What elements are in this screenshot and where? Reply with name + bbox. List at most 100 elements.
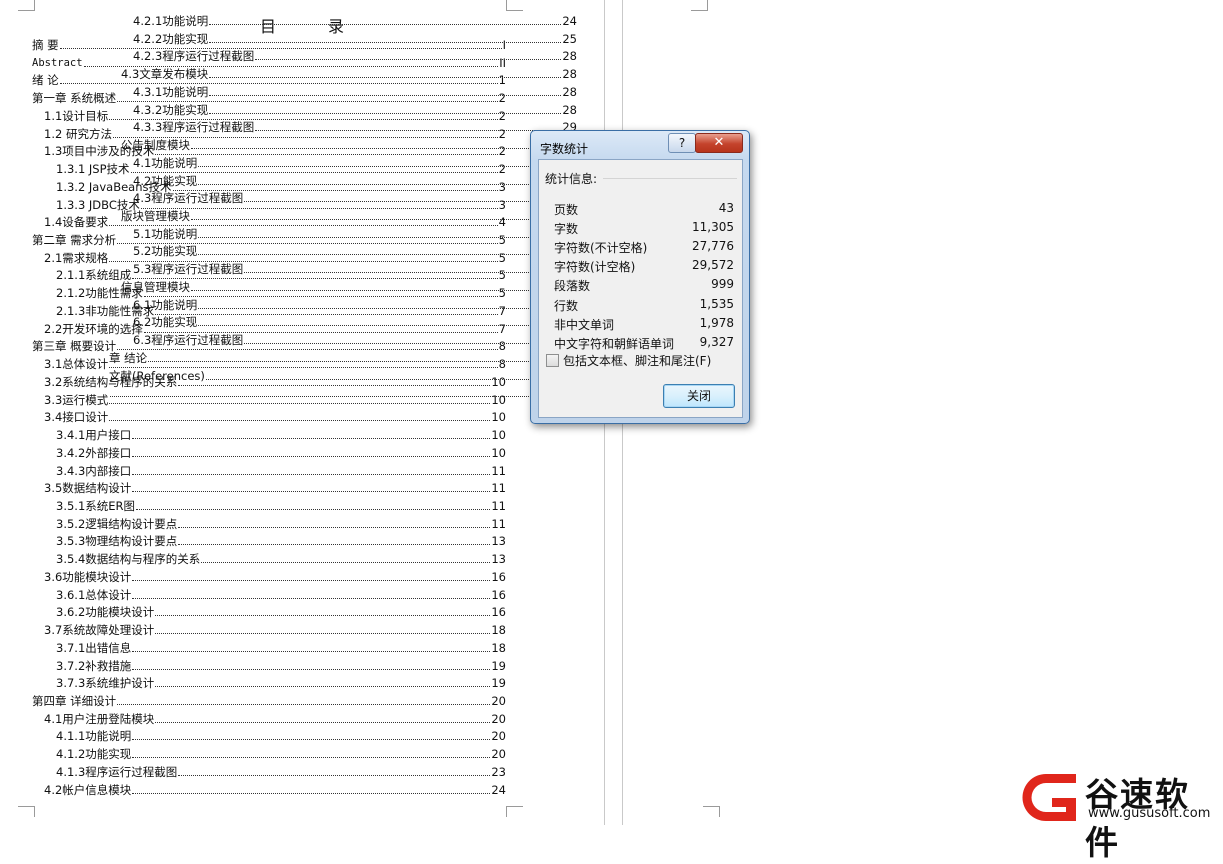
help-icon[interactable]: ?	[668, 133, 696, 153]
toc-entry-title: 3.4.2外部接口	[56, 445, 132, 460]
toc-entry-page: 28	[562, 102, 577, 117]
toc-entry[interactable]: 3.7系统故障处理设计 18	[44, 619, 506, 637]
toc-entry[interactable]: 4.1用户注册登陆模块 20	[44, 708, 506, 726]
toc-entry-page: 10	[491, 428, 506, 443]
toc-entry-page: 19	[491, 658, 506, 673]
stat-row: 字符数(计空格) 29,572	[554, 258, 734, 276]
stat-value: 27,776	[692, 239, 734, 254]
toc-entry[interactable]: 3.7.3系统维护设计 19	[56, 672, 506, 690]
toc-leader-dots	[132, 438, 491, 440]
toc-leader-dots	[198, 325, 562, 327]
stat-value: 11,305	[692, 220, 734, 235]
toc-leader-dots	[132, 739, 491, 741]
toc-leader-dots	[178, 544, 491, 546]
toc-entry-page: 11	[491, 481, 506, 496]
toc-entry-page: 18	[491, 623, 506, 638]
toc-entry[interactable]: 3.4.1用户接口 10	[56, 424, 506, 442]
toc-entry-title: 6.3程序运行过程截图	[133, 333, 244, 348]
toc-entry[interactable]: 5.1功能说明31	[133, 223, 577, 241]
stat-label: 非中文单词	[554, 317, 615, 332]
toc-entry-page: 20	[491, 694, 506, 708]
toc-entry[interactable]: 4.2.2功能实现 25	[133, 28, 577, 46]
stat-row: 段落数 999	[554, 277, 734, 295]
toc-entry[interactable]: 3.6功能模块设计 16	[44, 566, 506, 584]
toc-leader-dots	[209, 94, 562, 96]
toc-entry[interactable]: 4.2帐户信息模块 24	[44, 779, 506, 797]
toc-entry[interactable]: 4.3文章发布模块 28	[121, 63, 577, 81]
toc-leader-dots	[132, 579, 491, 581]
toc-entry-title: 4.2帐户信息模块	[44, 782, 132, 797]
toc-entry[interactable]: 6.3程序运行过程截图36	[133, 329, 577, 347]
toc-entry[interactable]: 3.5数据结构设计 11	[44, 477, 506, 495]
toc-entry[interactable]: 3.4.2外部接口 10	[56, 442, 506, 460]
toc-leader-dots	[132, 757, 491, 759]
toc-entry[interactable]: 39	[109, 382, 577, 400]
toc-entry-title: 第二章 需求分析	[32, 233, 117, 248]
toc-leader-dots	[109, 420, 491, 422]
toc-entry[interactable]: 4.1.2功能实现 20	[56, 743, 506, 761]
toc-entry[interactable]: 3.5.3物理结构设计要点 13	[56, 530, 506, 548]
toc-entry-page: 19	[491, 676, 506, 691]
toc-entry[interactable]: 3.4.3内部接口 11	[56, 460, 506, 478]
toc-entry[interactable]: 第四章 详细设计 20	[32, 690, 506, 708]
toc-entry[interactable]: 4.3程序运行过程截图31	[133, 187, 577, 205]
toc-entry-title: 1.1设计目标	[44, 108, 109, 123]
toc-entry[interactable]: 公告制度模块29	[121, 134, 577, 152]
toc-entry[interactable]: 4.2功能实现29	[133, 170, 577, 188]
toc-leader-dots	[255, 59, 562, 61]
crop-mark	[18, 0, 35, 11]
include-textbox-checkbox[interactable]	[546, 354, 559, 367]
toc-entry[interactable]: 4.2.1功能说明 24	[133, 10, 577, 28]
toc-entry[interactable]: 4.3.3程序运行过程截图 29	[133, 116, 577, 134]
toc-entry[interactable]: 4.2.3程序运行过程截图 28	[133, 45, 577, 63]
toc-entry-title: 2.2开发环境的选择	[44, 321, 143, 336]
stat-label: 中文字符和朝鲜语单词	[554, 336, 675, 351]
toc-entry[interactable]: 4.1.1功能说明 20	[56, 725, 506, 743]
toc-entry-title: 4.1用户注册登陆模块	[44, 711, 155, 726]
toc-leader-dots	[209, 112, 562, 114]
toc-entry-title: 4.2.1功能说明	[133, 14, 209, 28]
toc-leader-dots	[255, 130, 562, 132]
toc-entry[interactable]: 3.5.1系统ER图 11	[56, 495, 506, 513]
toc-entry[interactable]: 4.1.3程序运行过程截图 23	[56, 761, 506, 779]
toc-entry[interactable]: 文献(References)38	[109, 365, 577, 383]
toc-entry[interactable]: 5.2功能实现31	[133, 240, 577, 258]
stat-row: 行数 1,535	[554, 297, 734, 315]
toc-entry[interactable]: 3.7.1出错信息 18	[56, 637, 506, 655]
toc-entry-title: 3.4.3内部接口	[56, 463, 132, 478]
toc-leader-dots	[244, 343, 562, 345]
toc-entry-title: 6.2功能实现	[133, 315, 198, 330]
toc-entry[interactable]: 3.5.2逻辑结构设计要点 11	[56, 513, 506, 531]
toc-leader-dots	[155, 615, 491, 617]
toc-entry-page: 24	[562, 14, 577, 28]
stat-label: 字符数(不计空格)	[554, 241, 648, 256]
toc-entry-title: 2.1需求规格	[44, 250, 109, 265]
toc-entry[interactable]: 3.6.1总体设计 16	[56, 584, 506, 602]
toc-leader-dots	[132, 491, 491, 493]
stat-value: 43	[718, 201, 734, 215]
toc-entry[interactable]: 3.4接口设计 10	[44, 406, 506, 424]
toc-entry[interactable]: 4.1功能说明29	[133, 152, 577, 170]
toc-entry[interactable]: 5.3程序运行过程截图33	[133, 258, 577, 276]
toc-entry[interactable]: 6.2功能实现34	[133, 311, 577, 329]
toc-entry[interactable]: 4.3.1功能说明 28	[133, 81, 577, 99]
toc-entry[interactable]: 信息管理模块34	[121, 276, 577, 294]
toc-entry[interactable]: 版块管理模块31	[121, 205, 577, 223]
close-icon[interactable]: ✕	[695, 133, 743, 153]
brand-logo-icon	[1022, 774, 1076, 821]
toc-leader-dots	[191, 289, 562, 291]
toc-entry[interactable]: 3.6.2功能模块设计 16	[56, 601, 506, 619]
toc-leader-dots	[155, 686, 491, 688]
toc-leader-dots	[178, 526, 491, 528]
toc-entry-title: 6.1功能说明	[133, 297, 198, 312]
toc-entry[interactable]: 3.7.2补救措施 19	[56, 655, 506, 673]
toc-entry[interactable]: 章 结论37	[109, 347, 577, 365]
include-textbox-label[interactable]: 包括文本框、脚注和尾注(F)	[563, 352, 711, 369]
toc-entry-page: 13	[491, 552, 506, 567]
toc-entry[interactable]: 6.1功能说明34	[133, 294, 577, 312]
toc-entry-title: 2.1.1系统组成	[56, 268, 132, 283]
close-button[interactable]: 关闭	[663, 384, 735, 408]
toc-entry[interactable]: 4.3.2功能实现 28	[133, 99, 577, 117]
toc-entry[interactable]: 3.5.4数据结构与程序的关系 13	[56, 548, 506, 566]
brand-url: www.gususoft.com	[1088, 806, 1211, 821]
